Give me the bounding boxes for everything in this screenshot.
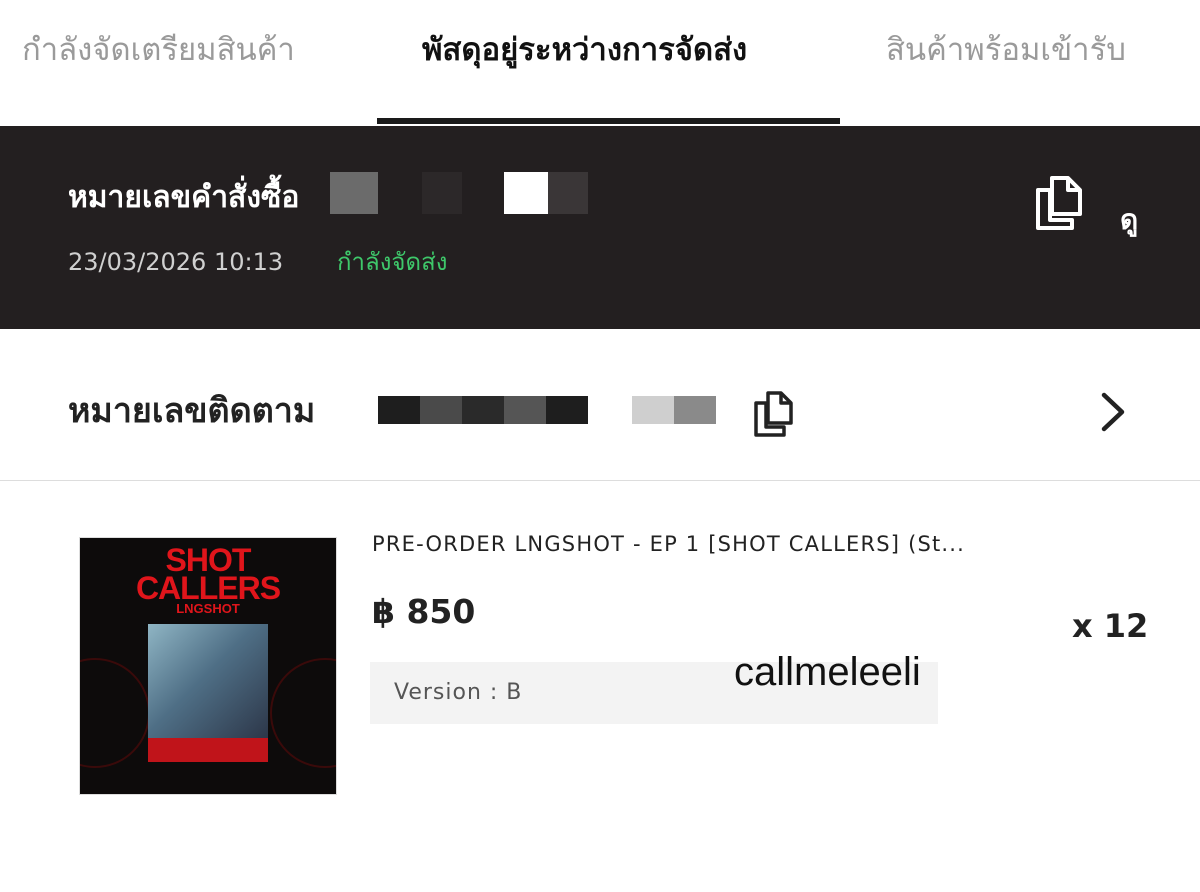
tracking-number-redaction [420,396,462,424]
order-status: กำลังจัดส่ง [337,248,448,276]
chevron-right-icon[interactable] [1092,387,1132,437]
tracking-number-redaction [546,396,588,424]
order-number-redaction [504,172,548,214]
order-number-label: หมายเลขคำสั่งซื้อ [68,180,300,215]
order-number-redaction [548,172,588,214]
order-number-redaction [330,172,378,214]
copy-icon[interactable] [1030,172,1088,234]
product-price: ฿ 850 [372,592,476,631]
tracking-row[interactable]: หมายเลขติดตาม [0,329,1200,481]
tracking-number-redaction [504,396,546,424]
tracking-number-redaction [632,396,674,424]
album-cover-decoration [270,658,336,768]
order-number-redaction [422,172,462,214]
album-cover-band [148,738,268,762]
order-datetime: 23/03/2026 10:13 [68,248,284,276]
order-header: หมายเลขคำสั่งซื้อ 23/03/2026 10:13 กำลัง… [0,126,1200,329]
view-order-button[interactable]: ดู [1120,202,1138,238]
product-name[interactable]: PRE-ORDER LNGSHOT - EP 1 [SHOT CALLERS] … [372,530,965,558]
product-quantity: x 12 [1072,607,1149,645]
active-tab-indicator [377,118,840,124]
status-tabs: กำลังจัดเตรียมสินค้า พัสดุอยู่ระหว่างการ… [0,0,1200,126]
product-thumbnail[interactable]: SHOT CALLERS LNGSHOT [80,538,336,794]
copy-icon[interactable] [750,389,798,439]
tracking-number-label: หมายเลขติดตาม [68,391,316,431]
watermark-text: callmeleeli [734,650,921,694]
album-cover-decoration [80,658,150,768]
tab-preparing[interactable]: กำลังจัดเตรียมสินค้า [22,28,295,72]
tracking-number-redaction [378,396,420,424]
product-item[interactable]: SHOT CALLERS LNGSHOT PRE-ORDER LNGSHOT -… [0,482,1200,892]
album-cover-artist: LNGSHOT [176,601,240,616]
tab-in-transit[interactable]: พัสดุอยู่ระหว่างการจัดส่ง [422,28,747,72]
product-variant: Version : B [394,680,523,705]
tracking-number-redaction [674,396,716,424]
tab-ready-for-pickup[interactable]: สินค้าพร้อมเข้ารับ [886,28,1126,72]
album-cover-title: CALLERS [135,570,281,606]
tracking-number-redaction [462,396,504,424]
album-cover-photo [148,624,268,744]
